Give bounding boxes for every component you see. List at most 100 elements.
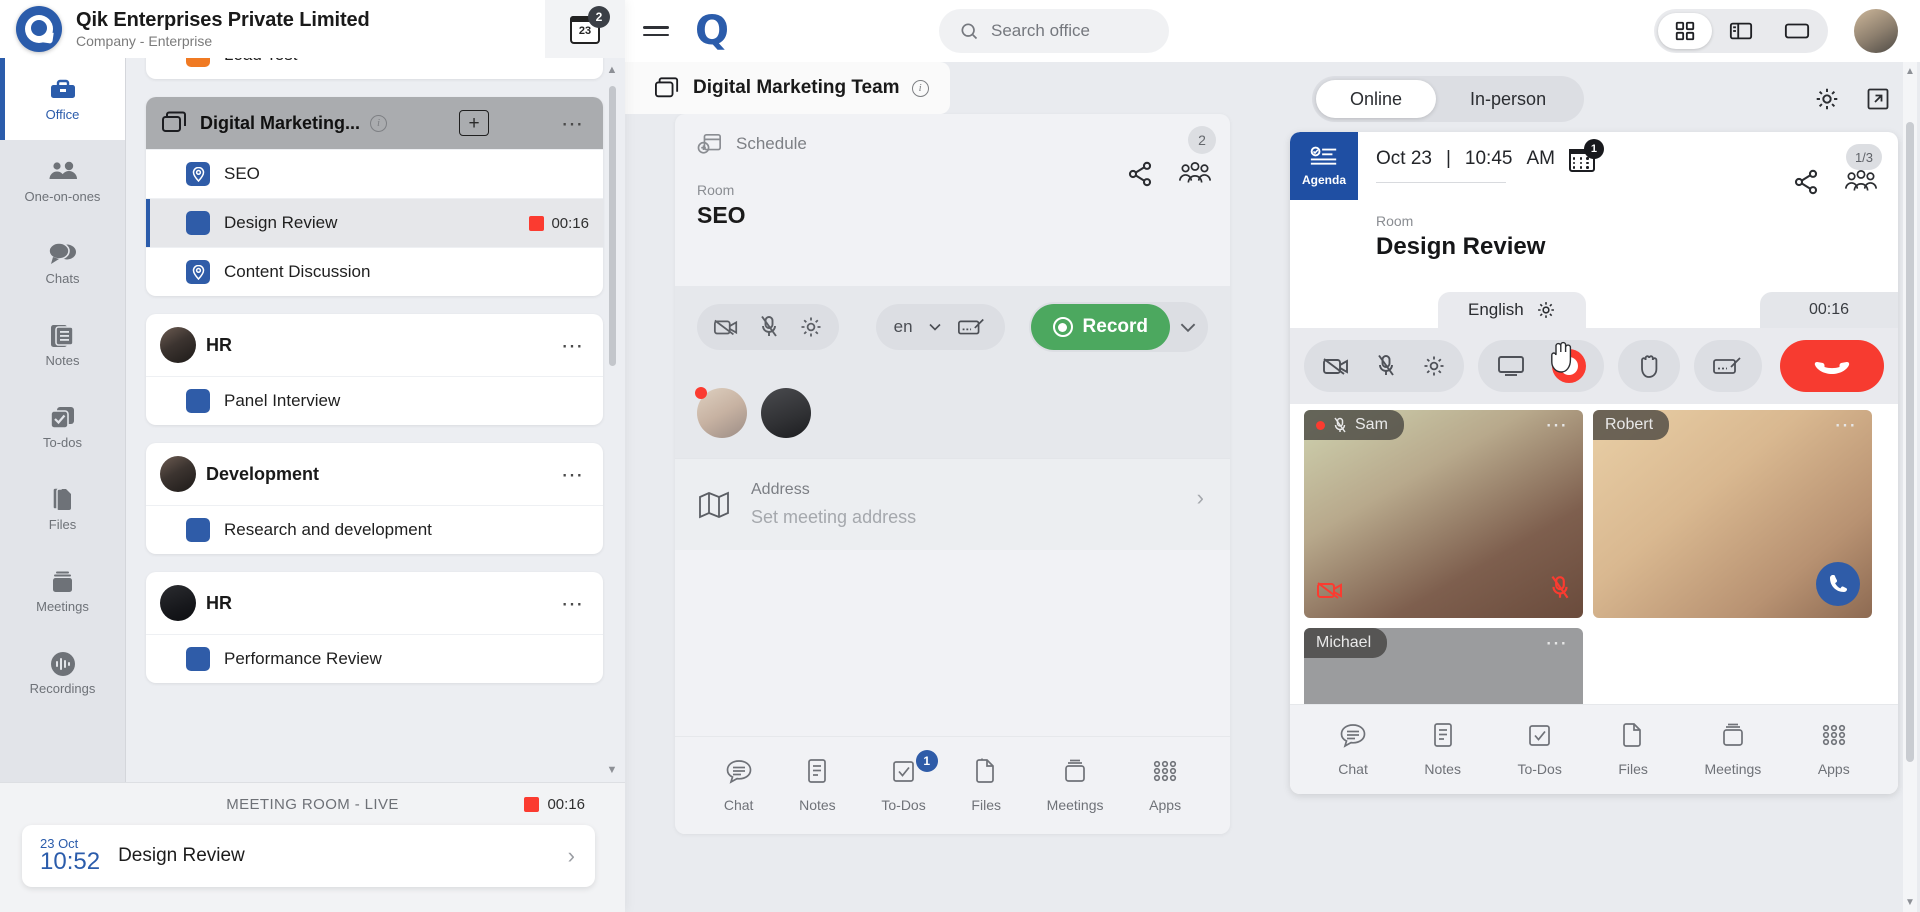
more-icon[interactable]: ⋯ [1545,413,1569,435]
participant-tile[interactable]: Robert ⋯ [1593,410,1872,618]
expand-icon[interactable] [1866,87,1890,111]
calendar-icon[interactable]: 1 [1568,139,1604,172]
group-header-hr[interactable]: HR ⋯ [146,314,603,376]
seo-room-name: SEO [697,202,746,228]
settings-button[interactable] [799,315,823,339]
room-item-content-discussion[interactable]: Content Discussion [146,247,603,296]
sidebar-item-meetings[interactable]: Meetings [0,550,125,632]
live-meeting-card[interactable]: 23 Oct 10:52 Design Review › [22,825,595,887]
single-view-button[interactable] [1770,13,1824,49]
tab-chat[interactable]: Chat [1338,722,1368,777]
raise-hand-button[interactable] [1636,352,1662,380]
rooms-list-scrollbar[interactable]: ▲ ▼ [606,64,618,776]
sidebar-item-chats[interactable]: Chats [0,222,125,304]
info-icon[interactable]: i [911,79,929,97]
user-avatar[interactable] [1854,9,1898,53]
chevron-right-icon[interactable]: › [568,843,575,869]
segment-online[interactable]: Online [1316,80,1437,118]
split-view-button[interactable] [1714,13,1768,49]
scroll-thumb[interactable] [1906,122,1914,762]
tab-todos[interactable]: 1 To-Dos [881,750,938,813]
chevron-down-icon[interactable] [928,323,941,332]
sidebar-item-files[interactable]: Files [0,468,125,550]
gear-icon[interactable] [1536,300,1556,320]
screen-share-button[interactable] [1496,354,1526,378]
team-tab[interactable]: Digital Marketing Team i [625,62,950,114]
chevron-right-icon[interactable]: › [1197,485,1204,511]
room-item-design-review[interactable]: Design Review 00:16 [146,198,603,247]
group-header-hr[interactable]: HR ⋯ [146,572,603,634]
room-item-load-test[interactable]: Load Test [146,58,603,79]
tab-apps[interactable]: Apps [1818,722,1850,777]
share-icon[interactable] [1126,160,1154,188]
more-icon[interactable]: ⋯ [561,592,589,614]
scroll-down-arrow[interactable]: ▼ [606,764,618,776]
sidebar-item-one-on-ones[interactable]: One-on-ones [0,140,125,222]
room-item-research-and-development[interactable]: Research and development [146,505,603,554]
more-icon[interactable]: ⋯ [1834,413,1858,435]
end-call-button[interactable] [1780,340,1884,392]
tab-files[interactable]: Files [1618,722,1648,777]
whiteboard-button[interactable] [1712,355,1744,377]
tab-label: To-Dos [881,797,926,813]
camera-off-button[interactable] [713,316,739,338]
search-input[interactable]: Search office [939,9,1170,53]
mic-off-button[interactable] [759,315,779,339]
room-item-performance-review[interactable]: Performance Review [146,634,603,683]
more-icon[interactable]: ⋯ [1545,631,1569,653]
calendar-button[interactable]: 23 2 [545,0,625,58]
sidebar-item-notes[interactable]: Notes [0,304,125,386]
tab-meetings[interactable]: Meetings [1704,722,1761,777]
room-item-panel-interview[interactable]: Panel Interview [146,376,603,425]
mic-off-icon [1549,575,1571,606]
scroll-up-arrow[interactable]: ▲ [606,64,618,76]
people-group-icon[interactable] [1844,169,1878,195]
share-icon[interactable] [1792,168,1820,196]
scroll-thumb[interactable] [609,86,616,366]
tab-files[interactable]: Files [971,758,1001,813]
schedule-row[interactable]: Schedule [697,132,1208,156]
record-button[interactable]: Record [1030,304,1170,350]
more-icon[interactable]: ⋯ [561,463,589,485]
avatar[interactable] [695,387,747,438]
scroll-up-arrow[interactable]: ▲ [1903,66,1917,77]
group-header-development[interactable]: Development ⋯ [146,443,603,505]
language-selector[interactable]: English [1438,292,1586,328]
people-group-icon[interactable] [1178,161,1212,187]
room-label: Research and development [224,520,432,539]
sidebar-item-to-dos[interactable]: To-dos [0,386,125,468]
tab-notes[interactable]: Notes [1424,722,1461,777]
address-row[interactable]: Address Set meeting address › [675,458,1230,550]
plus-icon[interactable]: + [459,110,490,136]
group-card-digital-marketing: Digital Marketing... i + ⋯ SEO Design Re… [146,97,603,296]
page-scrollbar[interactable]: ▲ ▼ [1903,62,1917,912]
camera-off-button[interactable] [1322,355,1350,377]
whiteboard-icon[interactable] [957,316,987,338]
phone-icon[interactable] [1816,562,1860,606]
hamburger-icon[interactable] [643,21,669,41]
seo-language-value[interactable]: en [894,317,913,337]
tab-apps[interactable]: Apps [1149,758,1181,813]
tab-notes[interactable]: Notes [799,758,836,813]
grid-view-button[interactable] [1658,13,1712,49]
tab-chat[interactable]: Chat [724,758,753,813]
room-item-seo[interactable]: SEO [146,149,603,198]
qik-logo[interactable]: Q [695,11,729,51]
group-header-digital-marketing[interactable]: Digital Marketing... i + ⋯ [146,97,603,149]
mic-off-button[interactable] [1376,354,1396,378]
more-icon[interactable]: ⋯ [561,112,589,134]
more-icon[interactable]: ⋯ [561,334,589,356]
tab-meetings[interactable]: Meetings [1047,758,1103,813]
seo-language-group: en [875,304,1005,350]
segment-in-person[interactable]: In-person [1436,80,1580,118]
sidebar-item-recordings[interactable]: Recordings [0,632,125,714]
scroll-down-arrow[interactable]: ▼ [1903,897,1917,908]
tab-todos[interactable]: To-Dos [1517,722,1562,777]
sidebar-item-office[interactable]: Office [0,58,125,140]
info-icon[interactable]: i [370,114,388,132]
record-options-chevron-down-icon[interactable] [1180,322,1196,333]
gear-icon[interactable] [1814,86,1840,112]
participant-tile[interactable]: Sam ⋯ [1304,410,1583,618]
avatar[interactable] [761,388,811,438]
settings-button[interactable] [1422,354,1446,378]
